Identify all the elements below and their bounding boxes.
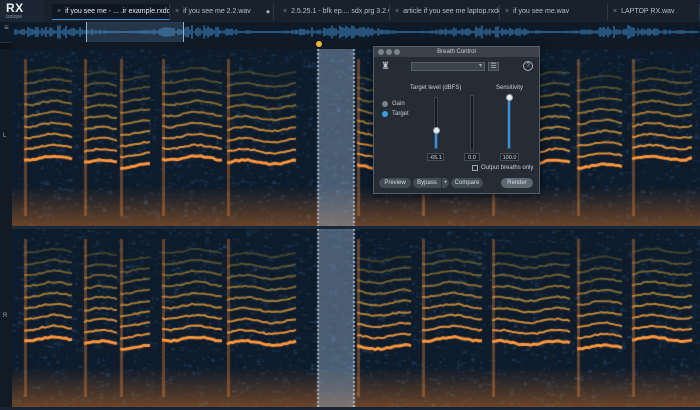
target-radio[interactable]	[382, 111, 388, 117]
preview-button[interactable]: Preview	[379, 178, 411, 188]
time-ruler[interactable]	[12, 42, 700, 49]
target-level-label: Target level (dBFS)	[410, 85, 462, 91]
tab-5[interactable]: × if you see me.wav	[500, 4, 608, 20]
gain-label: Gain	[392, 101, 405, 107]
sensitivity-value[interactable]: 100.0	[500, 153, 519, 161]
collapse-icon[interactable]: ≡	[4, 24, 9, 32]
close-tab-icon[interactable]: ×	[175, 8, 179, 15]
overview-view-region[interactable]	[86, 22, 184, 42]
tab-3[interactable]: × 2.5.25.1 - bfk ep.... sdx prg 3.2.wav	[278, 4, 390, 20]
channel-label-left: L	[3, 133, 7, 139]
tab-1[interactable]: × if you see me - ... .ir example.rxdoc	[52, 4, 170, 20]
logo-subtext: izotope	[6, 14, 23, 20]
rx-logo: RX izotope	[0, 0, 44, 22]
channel-divider	[12, 226, 700, 229]
close-tab-icon[interactable]: ×	[505, 8, 509, 15]
chevron-down-icon: ▾	[478, 63, 482, 69]
tab-label: if you see me 2.2.wav	[183, 8, 251, 15]
compare-button[interactable]: Compare	[451, 178, 483, 188]
channel-gutter: L R	[0, 49, 12, 410]
dialog-titlebar[interactable]: Breath Control	[374, 47, 539, 57]
tab-2[interactable]: × if you see me 2.2.wav ◆	[170, 4, 274, 20]
close-tab-icon[interactable]: ×	[613, 8, 617, 15]
preset-dropdown[interactable]: ▾	[411, 62, 485, 71]
channel-label-right: R	[3, 313, 8, 319]
tab-label: LAPTOP RX.wav	[621, 8, 675, 15]
tab-label: 2.5.25.1 - bfk ep.... sdx prg 3.2.wav	[291, 8, 390, 15]
dialog-title: Breath Control	[437, 49, 476, 55]
logo-text: RX	[6, 1, 24, 15]
sensitivity-knob[interactable]	[505, 93, 513, 101]
playhead-marker[interactable]	[316, 41, 322, 47]
close-tab-icon[interactable]: ×	[395, 8, 399, 15]
close-tab-icon[interactable]: ×	[283, 8, 287, 15]
modified-indicator-icon: ◆	[266, 9, 270, 15]
bypass-options-button[interactable]: +	[441, 178, 449, 188]
preset-menu-button[interactable]: ☰	[488, 62, 499, 71]
sensitivity-slider[interactable]	[507, 97, 511, 149]
render-button[interactable]: Render	[501, 178, 533, 188]
tab-6[interactable]: × LAPTOP RX.wav	[608, 4, 700, 20]
tab-label: if you see me - ... .ir example.rxdoc	[65, 8, 170, 15]
bypass-button[interactable]: Bypass	[413, 178, 441, 188]
help-button[interactable]: ?	[523, 61, 533, 71]
tab-label: if you see me.wav	[513, 8, 570, 15]
output-breaths-only-label: Output breaths only	[481, 165, 534, 171]
tab-bar: RX izotope × if you see me - ... .ir exam…	[0, 0, 700, 22]
sensitivity-label: Sensitivity	[496, 85, 524, 91]
sensitivity-fill	[508, 98, 510, 148]
tab-label: article if you see me laptop.rxdoc	[403, 8, 500, 15]
gain-meter	[470, 95, 474, 151]
gain-radio[interactable]	[382, 101, 388, 107]
target-label: Target	[392, 111, 409, 117]
target-level-slider[interactable]	[434, 97, 438, 149]
target-level-knob[interactable]	[432, 127, 440, 135]
output-breaths-only-checkbox[interactable]	[472, 165, 478, 171]
gain-value: 0.0	[464, 153, 480, 161]
target-level-value[interactable]: -65.1	[427, 153, 444, 161]
tab-4[interactable]: × article if you see me laptop.rxdoc	[390, 4, 500, 20]
close-tab-icon[interactable]: ×	[57, 8, 61, 15]
module-chain-icon[interactable]: ♜	[381, 61, 391, 73]
breath-control-dialog: Breath Control ♜ ▾ ☰ ? Target level (dBF…	[373, 46, 540, 194]
